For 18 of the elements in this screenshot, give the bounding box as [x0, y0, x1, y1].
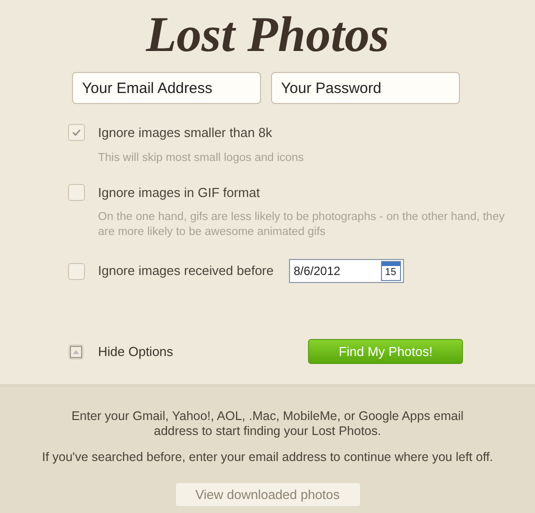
checkmark-icon [72, 129, 81, 136]
email-field[interactable]: Your Email Address [72, 72, 261, 104]
option-label: Ignore images in GIF format [98, 184, 260, 202]
option-label: Ignore images smaller than 8k [98, 124, 272, 142]
date-field[interactable]: 8/6/2012 15 [288, 259, 404, 283]
calendar-icon[interactable]: 15 [380, 261, 401, 281]
option-label: Ignore images received before [98, 262, 274, 280]
info-text: If you've searched before, enter your email address to continue where you left off. [42, 449, 494, 466]
option-hint: This will skip most small logos and icons [97, 150, 305, 166]
info-text: Enter your Gmail, Yahoo!, AOL, .Mac, MobileMe, or Google Apps email address to start finding your Lost Photos. [70, 409, 465, 439]
option-hint: On the one hand, gifs are less likely to be photographs - on the other hand, they are more likely to be awesome animated gifs [97, 210, 506, 240]
logo: Lost Photos [146, 5, 390, 64]
checkbox[interactable] [68, 124, 85, 142]
collapse-icon[interactable] [68, 344, 84, 360]
checkbox[interactable] [68, 184, 85, 201]
checkbox[interactable] [68, 262, 85, 280]
hide-options-link[interactable]: Hide Options [98, 342, 174, 362]
password-field[interactable]: Your Password [271, 72, 460, 104]
